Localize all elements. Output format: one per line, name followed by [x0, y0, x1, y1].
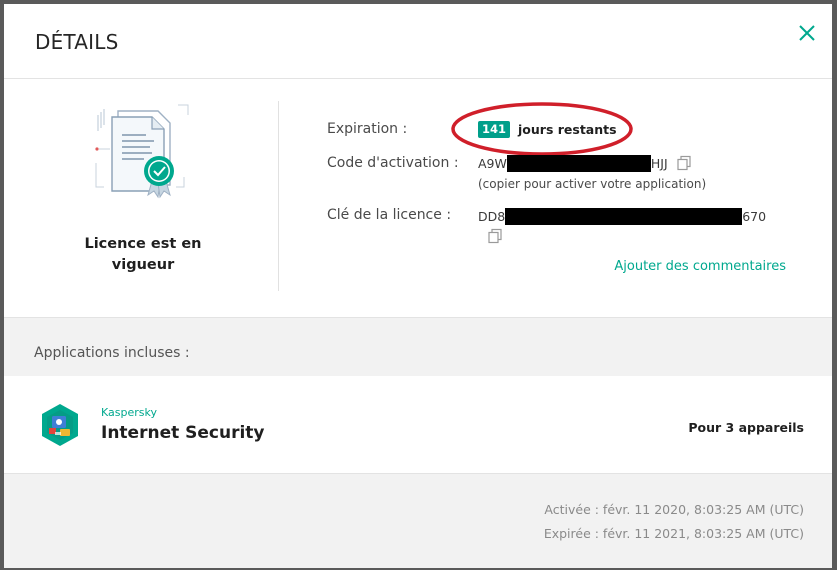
app-vendor: Kaspersky	[101, 406, 157, 419]
license-status-text: Licence est en vigueur	[84, 236, 202, 273]
redaction-bar	[505, 207, 743, 225]
vertical-divider	[278, 101, 279, 291]
activation-code-suffix: HJJ	[650, 155, 668, 171]
activation-code-prefix: A9W	[478, 155, 507, 171]
activation-code-value: A9W HJJ	[478, 154, 692, 172]
app-name: Internet Security	[101, 423, 265, 443]
license-key-value: DD8 670	[478, 207, 766, 225]
activation-code-hint: (copier pour activer votre application)	[478, 177, 707, 191]
dialog-header: DÉTAILS	[4, 4, 832, 79]
dialog-title: DÉTAILS	[35, 30, 119, 54]
license-key-suffix: 670	[742, 208, 767, 224]
license-key-label: Clé de la licence :	[327, 207, 452, 223]
included-apps-header: Applications incluses :	[4, 317, 832, 377]
activated-date: Activée : févr. 11 2020, 8:03:25 AM (UTC…	[544, 502, 804, 517]
license-key-prefix: DD8	[478, 208, 506, 224]
copy-icon[interactable]	[676, 155, 692, 171]
kaspersky-internet-security-icon	[38, 402, 82, 448]
expired-date: Expirée : févr. 11 2021, 8:03:25 AM (UTC…	[543, 526, 804, 541]
license-info-section: Licence est en vigueur Expiration : 141 …	[4, 79, 832, 317]
expiration-label: Expiration :	[327, 121, 408, 137]
redaction-bar	[506, 154, 651, 172]
expiration-value: 141 jours restants	[478, 120, 617, 138]
included-apps-label: Applications incluses :	[34, 345, 190, 361]
license-details-dialog: DÉTAILS Licence est en vigueur Expiratio…	[4, 4, 832, 568]
license-certificate-icon	[88, 101, 192, 205]
days-remaining-text: jours restants	[518, 121, 617, 137]
add-comments-link[interactable]: Ajouter des commentaires	[614, 259, 786, 274]
days-remaining-badge: 141	[478, 120, 511, 138]
list-item: Kaspersky Internet Security Pour 3 appar…	[4, 376, 832, 472]
close-icon[interactable]	[796, 22, 818, 44]
dialog-footer: Activée : févr. 11 2020, 8:03:25 AM (UTC…	[4, 473, 832, 568]
activation-code-label: Code d'activation :	[327, 155, 459, 171]
app-device-count: Pour 3 appareils	[688, 420, 804, 435]
copy-icon[interactable]	[487, 228, 503, 244]
